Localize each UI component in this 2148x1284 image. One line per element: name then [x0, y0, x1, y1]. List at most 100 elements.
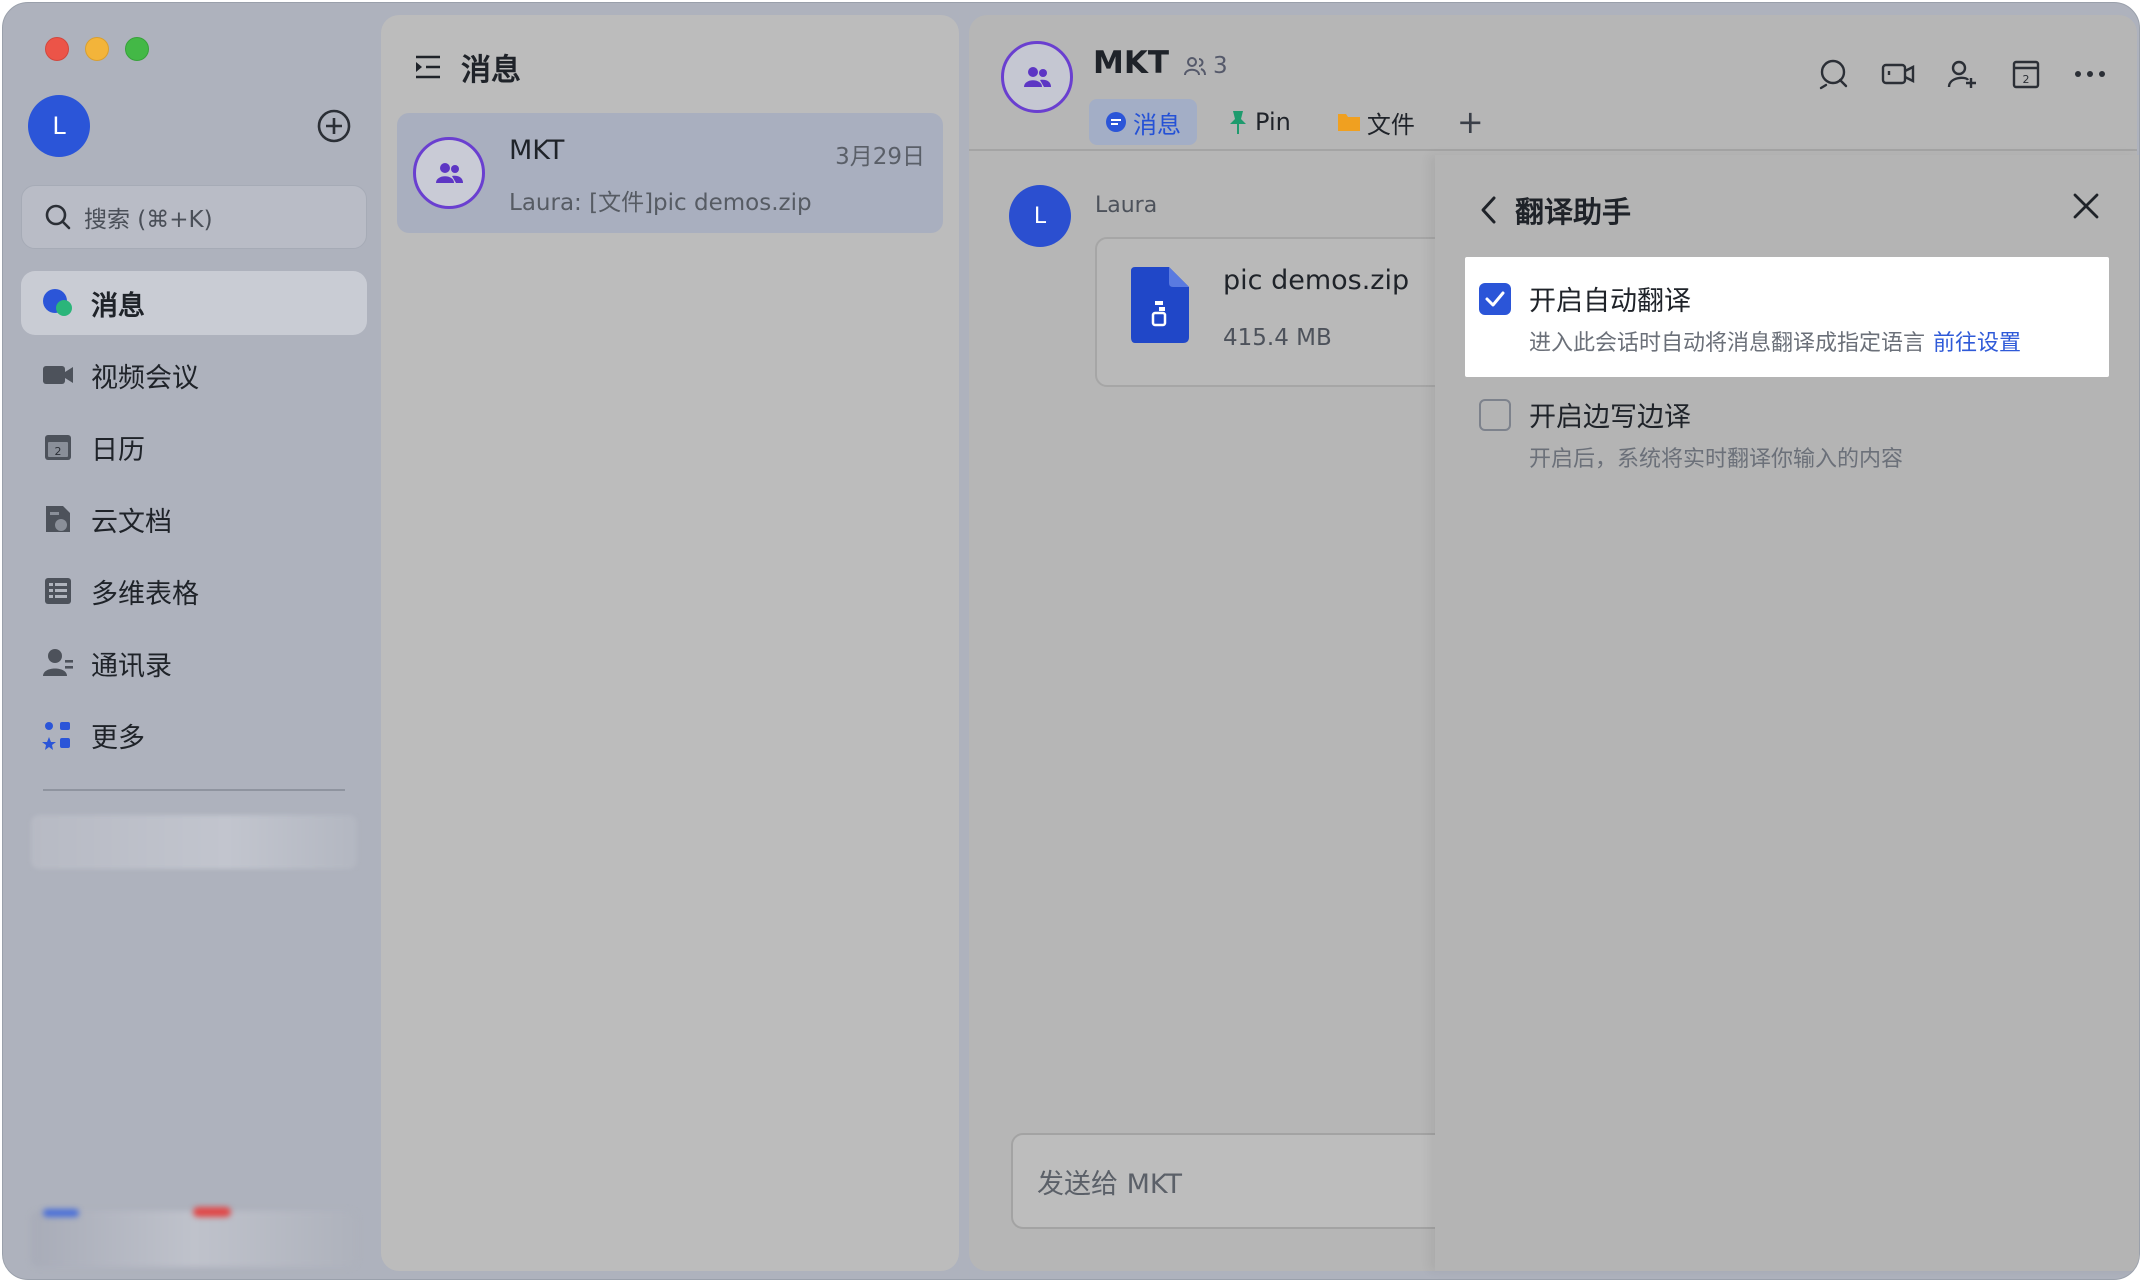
- file-size: 415.4 MB: [1223, 325, 1332, 351]
- search-chat-button[interactable]: [1817, 57, 1851, 91]
- back-chevron-icon[interactable]: [1479, 195, 1497, 225]
- go-to-settings-link[interactable]: 前往设置: [1933, 331, 2021, 356]
- user-avatar[interactable]: L: [28, 95, 90, 157]
- blurred-content: [31, 815, 357, 869]
- sidebar-item-label: 更多: [91, 722, 145, 754]
- search-input[interactable]: 搜索 (⌘+K): [21, 185, 367, 249]
- tab-label: 文件: [1366, 110, 1415, 139]
- chat-name: MKT: [509, 135, 565, 166]
- sidebar-item-label: 云文档: [91, 506, 172, 538]
- calendar-icon: 2: [41, 430, 75, 464]
- cloud-doc-icon: [41, 502, 75, 536]
- calendar-icon: 2: [2012, 60, 2040, 89]
- video-camera-icon: [41, 358, 75, 392]
- sidebar-item-label: 通讯录: [91, 650, 172, 682]
- search-placeholder: 搜索 (⌘+K): [84, 207, 213, 233]
- sidebar-item-contacts[interactable]: 通讯录: [21, 631, 367, 695]
- blurred-badge: [193, 1207, 231, 1217]
- table-icon: [41, 574, 75, 608]
- header-actions: 2: [1817, 57, 2107, 91]
- sidebar-item-docs[interactable]: 云文档: [21, 487, 367, 551]
- tab-pin[interactable]: Pin: [1211, 99, 1307, 145]
- sidebar-item-calendar[interactable]: 2 日历: [21, 415, 367, 479]
- auto-translate-checkbox[interactable]: [1479, 283, 1511, 315]
- video-call-button[interactable]: [1881, 57, 1915, 91]
- group-avatar: [413, 137, 485, 209]
- more-dots-icon: [2075, 71, 2105, 77]
- chat-bubble-icon: [41, 286, 75, 320]
- create-button[interactable]: [315, 107, 353, 145]
- sidebar-item-messages[interactable]: 消息: [21, 271, 367, 335]
- sender-avatar[interactable]: L: [1009, 185, 1071, 247]
- message-sender: Laura: [1095, 193, 1158, 218]
- svg-text:2: 2: [55, 445, 62, 458]
- zoom-window-button[interactable]: [125, 37, 149, 61]
- contacts-icon: [41, 646, 75, 680]
- sidebar-item-label: 视频会议: [91, 362, 199, 394]
- pin-icon: [1230, 111, 1246, 134]
- apps-grid-icon: [41, 718, 75, 752]
- sender-avatar-initial: L: [1033, 203, 1047, 229]
- members-icon: [1184, 57, 1206, 76]
- sidebar-nav: 消息 视频会议 2 日历 云文档 多维表格 通讯录 更多: [21, 271, 367, 775]
- chat-list-header: 消息: [413, 45, 521, 89]
- collapse-list-icon[interactable]: [413, 52, 443, 82]
- user-avatar-initial: L: [52, 112, 66, 140]
- close-window-button[interactable]: [45, 37, 69, 61]
- tab-label: 消息: [1133, 110, 1181, 139]
- add-user-icon: [1947, 60, 1976, 88]
- file-name: pic demos.zip: [1223, 265, 1410, 296]
- folder-icon: [1337, 114, 1360, 131]
- sidebar-item-label: 多维表格: [91, 578, 199, 610]
- video-camera-icon: [1881, 63, 1915, 85]
- sidebar-item-more[interactable]: 更多: [21, 703, 367, 767]
- chat-time: 3月29日: [835, 144, 925, 170]
- blurred-footer: [31, 1211, 357, 1267]
- sidebar-item-label: 消息: [91, 290, 145, 322]
- calendar-button[interactable]: 2: [2009, 57, 2043, 91]
- panel-header: 翻译助手: [1479, 189, 1631, 231]
- more-button[interactable]: [2073, 57, 2107, 91]
- zip-file-icon: [1131, 267, 1189, 343]
- sidebar: L 搜索 (⌘+K) 消息 视频会议 2 日历 云文档 多维表格 通讯录 更多: [3, 3, 381, 1279]
- panel-title: 翻译助手: [1515, 195, 1632, 229]
- translate-assistant-panel: 翻译助手 开启自动翻译 进入此会话时自动将消息翻译成指定语言 前往设置 开启边写边…: [1435, 155, 2139, 1271]
- chat-bubble-icon: [1106, 112, 1126, 132]
- app-window: L 搜索 (⌘+K) 消息 视频会议 2 日历 云文档 多维表格 通讯录 更多 …: [2, 2, 2140, 1280]
- option-title: 开启边写边译: [1529, 402, 1691, 433]
- minimize-window-button[interactable]: [85, 37, 109, 61]
- member-count[interactable]: 3: [1183, 53, 1228, 79]
- window-controls: [45, 37, 149, 61]
- search-chat-icon: [1819, 59, 1848, 90]
- plus-circle-icon: [317, 109, 351, 143]
- group-avatar[interactable]: [1001, 41, 1073, 113]
- chat-list-title: 消息: [461, 53, 521, 88]
- group-icon: [436, 163, 463, 183]
- checkmark-icon: [1485, 291, 1505, 307]
- sidebar-item-label: 日历: [91, 434, 145, 466]
- tab-files[interactable]: 文件: [1321, 99, 1431, 145]
- conversation-title: MKT: [1093, 45, 1170, 81]
- conversation-header: MKT 3 消息 Pin 文件 + 2: [969, 15, 2137, 151]
- svg-text:2: 2: [2023, 73, 2030, 86]
- add-tab-button[interactable]: +: [1445, 103, 1496, 141]
- tab-messages[interactable]: 消息: [1089, 99, 1197, 145]
- group-icon: [1024, 67, 1051, 87]
- option-title: 开启自动翻译: [1529, 286, 1691, 317]
- chat-preview: Laura: [文件]pic demos.zip: [509, 190, 812, 216]
- close-icon[interactable]: [2071, 191, 2101, 221]
- add-member-button[interactable]: [1945, 57, 1979, 91]
- tab-label: Pin: [1255, 108, 1291, 136]
- live-translate-checkbox[interactable]: [1479, 399, 1511, 431]
- member-count-value: 3: [1213, 53, 1228, 79]
- chat-list: 消息 MKT 3月29日 Laura: [文件]pic demos.zip: [381, 15, 959, 1271]
- sidebar-item-video-meeting[interactable]: 视频会议: [21, 343, 367, 407]
- option-description-text: 进入此会话时自动将消息翻译成指定语言: [1529, 331, 1926, 356]
- sidebar-divider: [43, 789, 345, 791]
- message-input-placeholder: 发送给 MKT: [1037, 1168, 1182, 1200]
- sidebar-item-base[interactable]: 多维表格: [21, 559, 367, 623]
- conversation-tabs: 消息 Pin 文件 +: [1089, 99, 1496, 145]
- search-icon: [45, 204, 71, 230]
- option-description: 开启后，系统将实时翻译你输入的内容: [1529, 447, 1904, 472]
- list-item[interactable]: MKT 3月29日 Laura: [文件]pic demos.zip: [397, 113, 943, 233]
